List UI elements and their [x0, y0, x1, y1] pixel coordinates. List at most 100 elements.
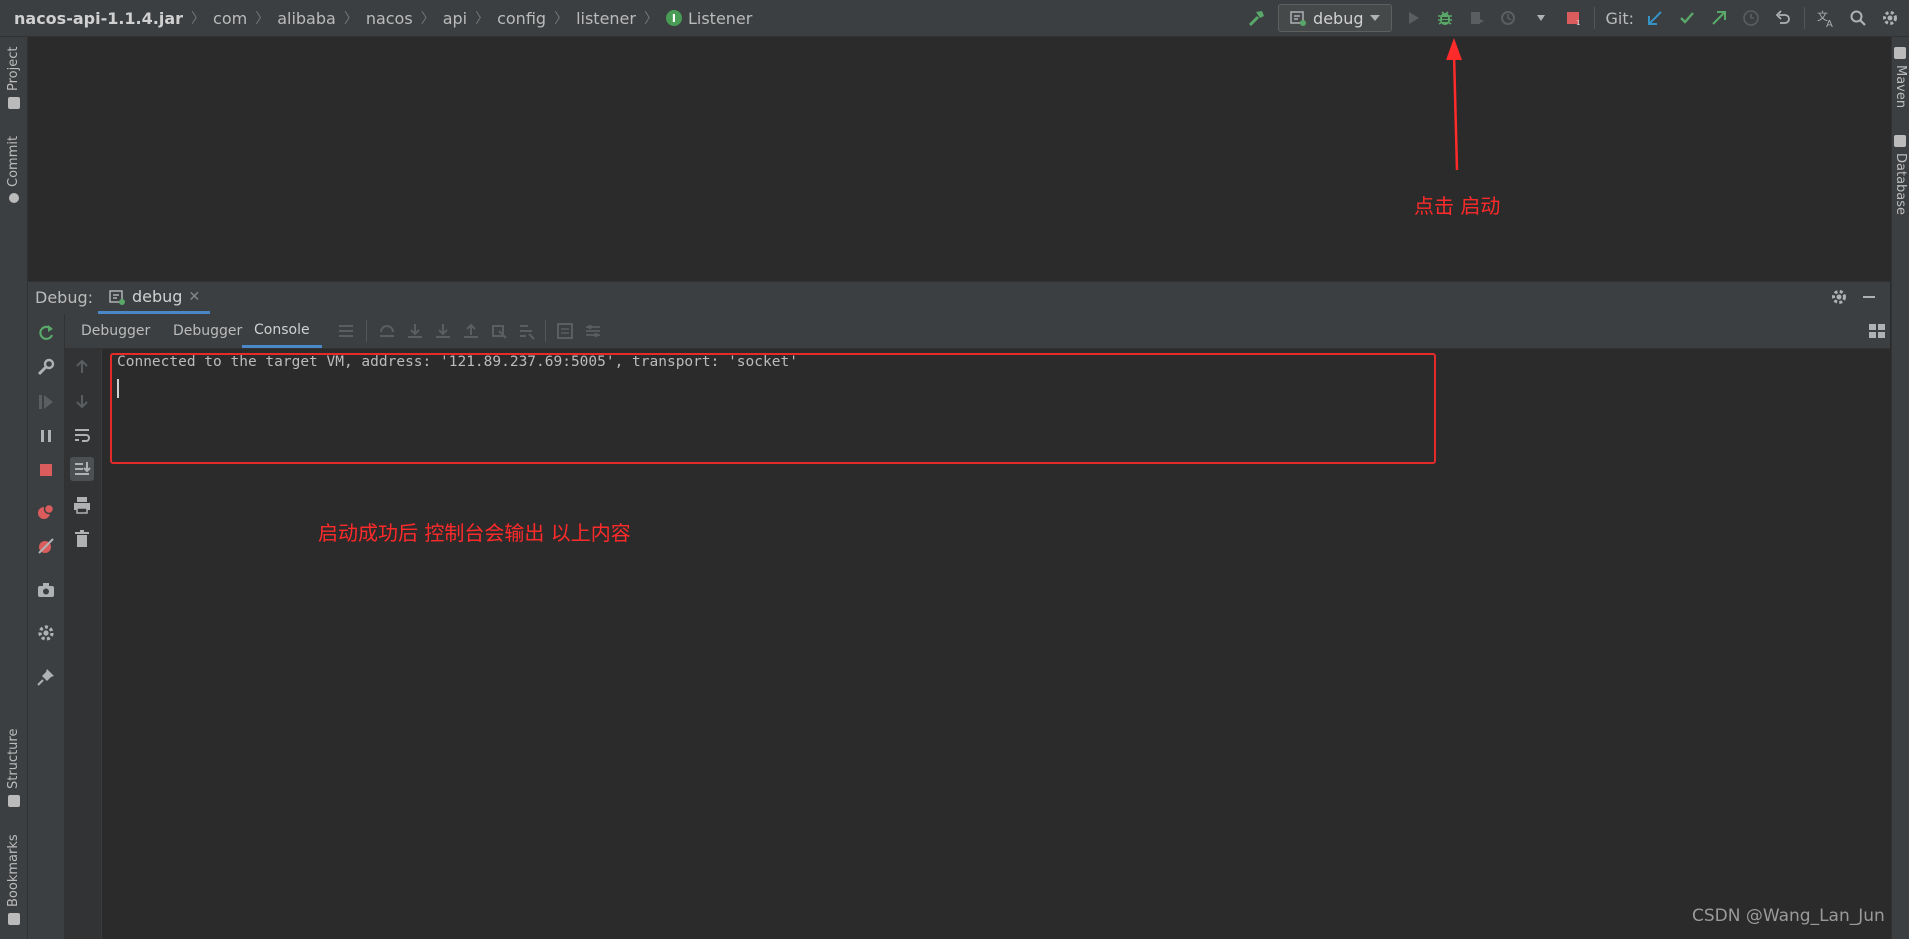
pause-icon[interactable]: [36, 426, 56, 446]
settings-gear-icon[interactable]: [36, 623, 56, 643]
structure-tool-tab[interactable]: Structure: [6, 729, 21, 807]
debug-actions-toolbar: [28, 314, 65, 939]
folder-icon: [7, 97, 20, 109]
trace-settings-icon[interactable]: [584, 322, 602, 340]
profiler-icon[interactable]: [1498, 7, 1520, 29]
force-step-into-icon[interactable]: [434, 322, 452, 340]
breadcrumb-item-config[interactable]: config: [497, 9, 546, 28]
resume-program-icon[interactable]: [36, 392, 56, 412]
watermark: CSDN @Wang_Lan_Jun: [1692, 906, 1885, 926]
build-hammer-icon[interactable]: [1246, 7, 1268, 29]
rollback-icon[interactable]: [1772, 7, 1794, 29]
maven-tab-label: Maven: [1893, 65, 1908, 109]
stop-icon[interactable]: [36, 460, 56, 480]
tab-debugger-1[interactable]: Debugger: [81, 314, 150, 348]
maven-tool-tab[interactable]: Maven: [1893, 47, 1908, 108]
chevron-right-icon: 〉: [554, 11, 569, 27]
scroll-to-end-icon[interactable]: [70, 457, 94, 481]
annotation-highlight-box: [110, 353, 1436, 464]
bookmark-icon: [7, 913, 20, 925]
step-over-icon[interactable]: [378, 322, 396, 340]
debug-session-tab[interactable]: debug ✕: [98, 282, 211, 314]
layout-settings-icon[interactable]: [1868, 322, 1886, 340]
git-push-icon[interactable]: [1708, 7, 1730, 29]
debug-tab-label: debug: [132, 287, 183, 306]
chevron-right-icon: 〉: [191, 11, 206, 27]
editor-area[interactable]: [28, 37, 1890, 280]
menu-lines-icon[interactable]: [337, 322, 355, 340]
evaluate-expression-icon[interactable]: [556, 322, 574, 340]
project-tool-tab[interactable]: Project: [6, 47, 21, 109]
debug-panel-header: Debug: debug ✕: [28, 281, 1890, 315]
settings-gear-icon[interactable]: [1830, 288, 1848, 306]
breadcrumb-item-api[interactable]: api: [443, 9, 467, 28]
translate-icon[interactable]: 文A: [1815, 7, 1837, 29]
pin-icon[interactable]: [36, 667, 56, 687]
breadcrumb: nacos-api-1.1.4.jar 〉 com 〉 alibaba 〉 na…: [14, 0, 752, 36]
settings-gear-icon[interactable]: [1879, 7, 1901, 29]
annotation-start-hint: 点击 启动: [1414, 194, 1501, 218]
close-icon[interactable]: ✕: [188, 289, 200, 305]
commit-tab-label: Commit: [6, 135, 21, 187]
breadcrumb-item-com[interactable]: com: [213, 9, 247, 28]
coverage-icon[interactable]: [1466, 7, 1488, 29]
breadcrumb-item-nacos[interactable]: nacos: [366, 9, 413, 28]
main-toolbar: debug 1 Git: 文 A: [1246, 0, 1901, 36]
debug-bug-icon[interactable]: [1434, 7, 1456, 29]
view-breakpoints-icon[interactable]: [36, 502, 56, 522]
breadcrumb-item-alibaba[interactable]: alibaba: [277, 9, 336, 28]
toolbar-divider: [1804, 7, 1805, 29]
breadcrumb-item-listener[interactable]: listener: [576, 9, 636, 28]
git-commit-check-icon[interactable]: [1676, 7, 1698, 29]
run-config-label: debug: [1313, 8, 1364, 28]
chevron-down-icon: [1369, 13, 1381, 23]
tab-label: Debugger: [81, 323, 151, 339]
camera-icon[interactable]: [36, 580, 56, 600]
mute-breakpoints-icon[interactable]: [36, 536, 56, 556]
svg-text:A: A: [1826, 19, 1833, 28]
print-icon[interactable]: [72, 495, 92, 515]
arrow-down-icon[interactable]: [72, 391, 92, 411]
run-to-cursor-icon[interactable]: [518, 322, 536, 340]
bookmarks-tab-label: Bookmarks: [6, 834, 21, 907]
project-tab-label: Project: [6, 46, 21, 91]
drop-frame-icon[interactable]: [490, 322, 508, 340]
tab-console[interactable]: Console: [242, 314, 322, 348]
arrow-up-icon[interactable]: [72, 357, 92, 377]
database-tab-label: Database: [1893, 153, 1908, 216]
structure-tab-label: Structure: [6, 728, 21, 789]
git-update-icon[interactable]: [1644, 7, 1666, 29]
tab-debugger-2[interactable]: Debugger: [173, 314, 242, 348]
breadcrumb-jar[interactable]: nacos-api-1.1.4.jar: [14, 9, 183, 28]
breadcrumb-current[interactable]: Listener: [688, 9, 752, 28]
run-configuration-select[interactable]: debug: [1278, 4, 1393, 32]
structure-icon: [7, 795, 20, 807]
search-icon[interactable]: [1847, 7, 1869, 29]
trash-icon[interactable]: [72, 529, 92, 549]
chevron-right-icon: 〉: [255, 11, 270, 27]
rerun-icon[interactable]: [36, 323, 56, 343]
bookmarks-tool-tab[interactable]: Bookmarks: [6, 834, 21, 925]
chevron-right-icon: 〉: [343, 11, 358, 27]
step-out-icon[interactable]: [462, 322, 480, 340]
chevron-right-icon: 〉: [643, 11, 658, 27]
database-tool-tab[interactable]: Database: [1893, 135, 1908, 215]
soft-wrap-icon[interactable]: [72, 425, 92, 445]
history-clock-icon[interactable]: [1740, 7, 1762, 29]
debug-config-icon: [108, 288, 126, 306]
git-label: Git:: [1605, 8, 1634, 28]
modify-run-config-wrench-icon[interactable]: [36, 357, 56, 377]
database-icon: [1894, 135, 1907, 147]
step-into-icon[interactable]: [406, 322, 424, 340]
tab-label: Console: [254, 321, 310, 338]
chevron-right-icon: 〉: [475, 11, 490, 27]
maven-icon: [1894, 47, 1907, 59]
stop-icon[interactable]: 1: [1562, 7, 1584, 29]
annotation-console-hint: 启动成功后 控制台会输出 以上内容: [318, 521, 631, 545]
commit-tool-tab[interactable]: Commit: [6, 136, 21, 203]
minimize-icon[interactable]: [1860, 288, 1878, 306]
run-icon[interactable]: [1402, 7, 1424, 29]
right-tool-window-strip: Maven Database: [1891, 37, 1909, 939]
more-run-options-chevron-icon[interactable]: [1530, 7, 1552, 29]
annotation-arrow-icon: [1446, 38, 1462, 170]
